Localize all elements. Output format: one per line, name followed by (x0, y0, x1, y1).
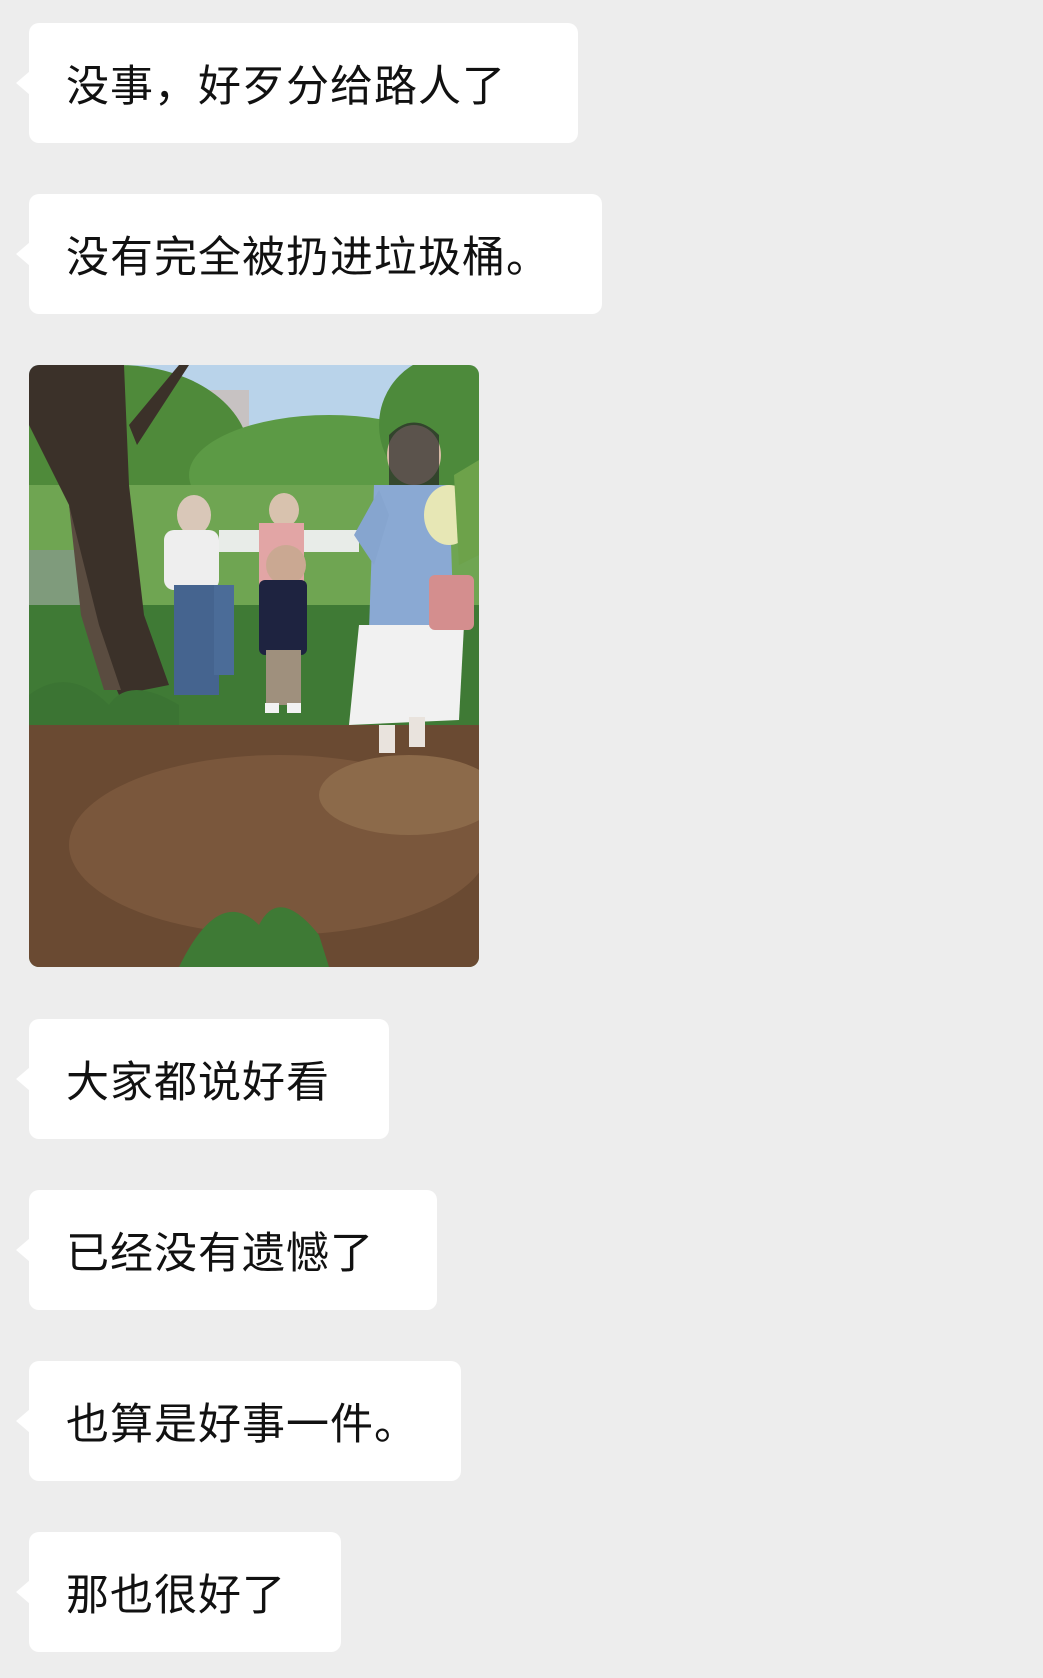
message-text: 没事，好歹分给路人了 (66, 62, 506, 112)
bubble-tail (16, 71, 30, 95)
bubble-tail (16, 242, 30, 266)
message-text: 那也很好了 (66, 1571, 286, 1621)
chat-area: 没事，好歹分给路人了 没有完全被扔进垃圾桶。 大家都说好看 已经没有遗憾了 也算… (0, 0, 1043, 1678)
message-bubble[interactable]: 那也很好了 (16, 1532, 341, 1652)
message-text: 也算是好事一件。 (66, 1400, 418, 1450)
message-text: 没有完全被扔进垃圾桶。 (66, 233, 550, 283)
message-text: 已经没有遗憾了 (66, 1229, 374, 1279)
message-row: 大家都说好看 (16, 1019, 389, 1139)
bubble-tail (16, 1409, 30, 1433)
message-row: 没有完全被扔进垃圾桶。 (16, 194, 602, 314)
bubble-tail (16, 1238, 30, 1262)
message-bubble[interactable]: 没事，好歹分给路人了 (16, 23, 578, 143)
bubble-tail (16, 1580, 30, 1604)
message-bubble[interactable]: 已经没有遗憾了 (16, 1190, 437, 1310)
message-bubble[interactable]: 没有完全被扔进垃圾桶。 (16, 194, 602, 314)
message-text: 大家都说好看 (66, 1058, 330, 1108)
bubble-tail (16, 1067, 30, 1091)
message-row: 那也很好了 (16, 1532, 341, 1652)
message-image[interactable] (29, 365, 479, 967)
message-bubble[interactable]: 大家都说好看 (16, 1019, 389, 1139)
message-row: 没事，好歹分给路人了 (16, 23, 578, 143)
park-photo-illustration (29, 365, 479, 967)
message-row: 已经没有遗憾了 (16, 1190, 437, 1310)
message-bubble[interactable]: 也算是好事一件。 (16, 1361, 461, 1481)
message-row: 也算是好事一件。 (16, 1361, 461, 1481)
